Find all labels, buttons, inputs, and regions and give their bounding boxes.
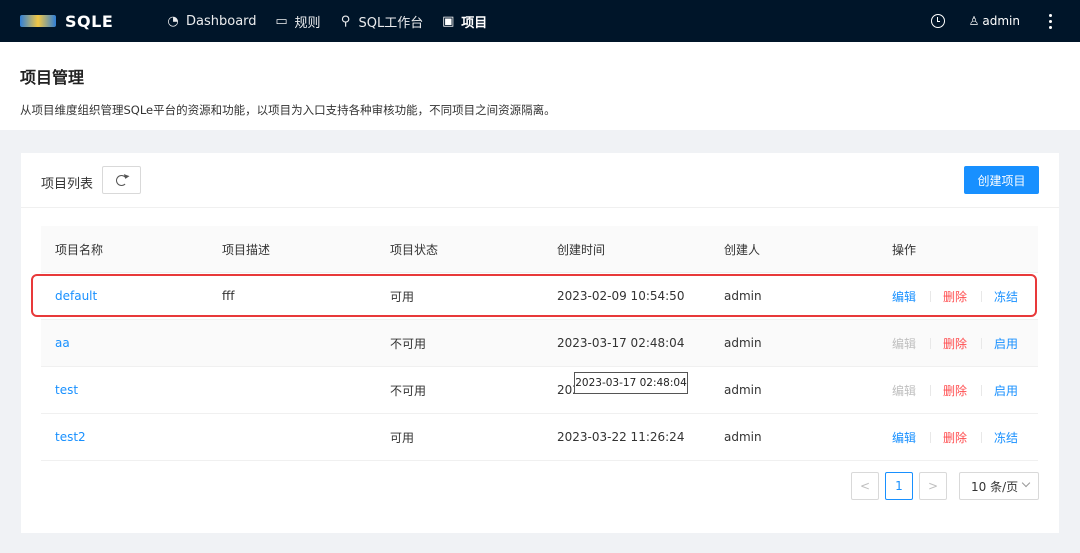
create-project-button[interactable]: 创建项目	[964, 166, 1039, 194]
action-divider	[930, 337, 932, 349]
refresh-icon	[116, 174, 127, 186]
edit-link: 编辑	[892, 336, 917, 351]
creator: admin	[724, 336, 762, 350]
action-divider	[930, 384, 932, 396]
monitor-icon: ▭	[275, 13, 288, 29]
edit-link[interactable]: 编辑	[892, 429, 916, 446]
logo-mark-icon	[20, 15, 56, 27]
pie-chart-icon: ◔	[167, 13, 179, 29]
created-time: 2023-03-17 02:48:04	[557, 336, 685, 350]
more-vertical-icon[interactable]	[1038, 9, 1062, 33]
column-header-actions: 操作	[892, 242, 917, 257]
row-actions: 编辑 删除 冻结	[892, 288, 1018, 305]
page-size-value: 10 条/页	[971, 479, 1019, 494]
delete-link[interactable]: 删除	[943, 288, 967, 305]
nav-item-label: SQL工作台	[358, 15, 424, 31]
nav-item-projects[interactable]: ▣ 项目	[441, 0, 487, 42]
refresh-button[interactable]	[102, 166, 141, 194]
project-name-link[interactable]: default	[55, 289, 97, 303]
project-status: 可用	[390, 430, 415, 445]
delete-link[interactable]: 删除	[943, 429, 967, 446]
app-name: SQLE	[65, 11, 114, 31]
page-1-button[interactable]: 1	[885, 472, 913, 500]
action-divider	[981, 337, 983, 349]
project-icon: ▣	[442, 13, 455, 29]
created-time: 2023-02-09 10:54:50	[557, 289, 685, 303]
logo[interactable]: SQLE	[20, 12, 160, 31]
project-description: fff	[222, 289, 235, 303]
column-header-status: 项目状态	[390, 242, 439, 257]
page-header: 项目管理 从项目维度组织管理SQLe平台的资源和功能，以项目为入口支持各种审核功…	[0, 42, 1080, 130]
enable-link[interactable]: 启用	[994, 335, 1018, 352]
edit-link: 编辑	[892, 383, 917, 398]
nav-item-dashboard[interactable]: ◔ Dashboard	[166, 0, 257, 42]
card-header: 项目列表 创建项目	[21, 153, 1059, 208]
card-title: 项目列表	[41, 177, 94, 192]
nav-item-sql-workbench[interactable]: ⚲ SQL工作台	[339, 0, 424, 42]
project-name-link[interactable]: test2	[55, 430, 86, 444]
page-description: 从项目维度组织管理SQLe平台的资源和功能，以项目为入口支持各种审核功能，不同项…	[20, 103, 556, 117]
project-name-link[interactable]: aa	[55, 336, 70, 350]
column-header-created-time: 创建时间	[557, 242, 606, 257]
table-header-row: 项目名称 项目描述 项目状态 创建时间 创建人 操作	[41, 226, 1038, 273]
clock-icon[interactable]	[930, 14, 945, 28]
project-status: 可用	[390, 289, 415, 304]
nav-right: ♙ admin	[930, 0, 1080, 42]
row-actions: 编辑 删除 冻结	[892, 429, 1018, 446]
nav-item-label: 规则	[294, 15, 321, 31]
next-page-button[interactable]: >	[919, 472, 947, 500]
user-menu[interactable]: ♙ admin	[969, 14, 1020, 28]
table-row: default fff 可用 2023-02-09 10:54:50 admin…	[41, 273, 1038, 320]
creator: admin	[724, 289, 762, 303]
top-nav: SQLE ◔ Dashboard ▭ 规则 ⚲ SQL工作台 ▣ 项目 ♙ ad…	[0, 0, 1080, 42]
table-row: test2 可用 2023-03-22 11:26:24 admin 编辑 删除…	[41, 414, 1038, 461]
creator: admin	[724, 430, 762, 444]
project-name-link[interactable]: test	[55, 383, 78, 397]
page-size-select[interactable]: 10 条/页	[959, 472, 1039, 500]
nav-item-label: Dashboard	[186, 13, 257, 29]
row-actions: 编辑 删除 启用	[892, 382, 1018, 399]
delete-link[interactable]: 删除	[943, 382, 967, 399]
table-row: test 不可用 202 admin 编辑 删除 启用	[41, 367, 1038, 414]
freeze-link[interactable]: 冻结	[994, 288, 1018, 305]
action-divider	[981, 290, 983, 302]
nav-item-label: 项目	[461, 15, 488, 31]
nav-item-rules[interactable]: ▭ 规则	[275, 0, 321, 42]
page-title: 项目管理	[20, 68, 85, 87]
table-row: aa 不可用 2023-03-17 02:48:04 admin 编辑 删除 启…	[41, 320, 1038, 367]
nav-menu: ◔ Dashboard ▭ 规则 ⚲ SQL工作台 ▣ 项目	[166, 0, 505, 42]
created-time: 2023-03-22 11:26:24	[557, 430, 685, 444]
username: admin	[982, 14, 1020, 28]
enable-link[interactable]: 启用	[994, 382, 1018, 399]
column-header-description: 项目描述	[222, 242, 271, 257]
action-divider	[981, 384, 983, 396]
action-divider	[981, 431, 983, 443]
edit-link[interactable]: 编辑	[892, 288, 916, 305]
delete-link[interactable]: 删除	[943, 335, 967, 352]
action-divider	[930, 431, 932, 443]
prev-page-button[interactable]: <	[851, 472, 879, 500]
action-divider	[930, 290, 932, 302]
chevron-down-icon	[1021, 478, 1031, 488]
column-header-name: 项目名称	[55, 242, 104, 257]
search-icon: ⚲	[340, 13, 351, 29]
creator: admin	[724, 383, 762, 397]
freeze-link[interactable]: 冻结	[994, 429, 1018, 446]
user-icon: ♙	[968, 14, 980, 28]
project-table: 项目名称 项目描述 项目状态 创建时间 创建人 操作 default fff 可…	[41, 226, 1038, 461]
project-status: 不可用	[390, 383, 427, 398]
row-actions: 编辑 删除 启用	[892, 335, 1018, 352]
column-header-creator: 创建人	[724, 242, 761, 257]
created-time-tooltip: 2023-03-17 02:48:04	[574, 372, 688, 394]
project-status: 不可用	[390, 336, 427, 351]
